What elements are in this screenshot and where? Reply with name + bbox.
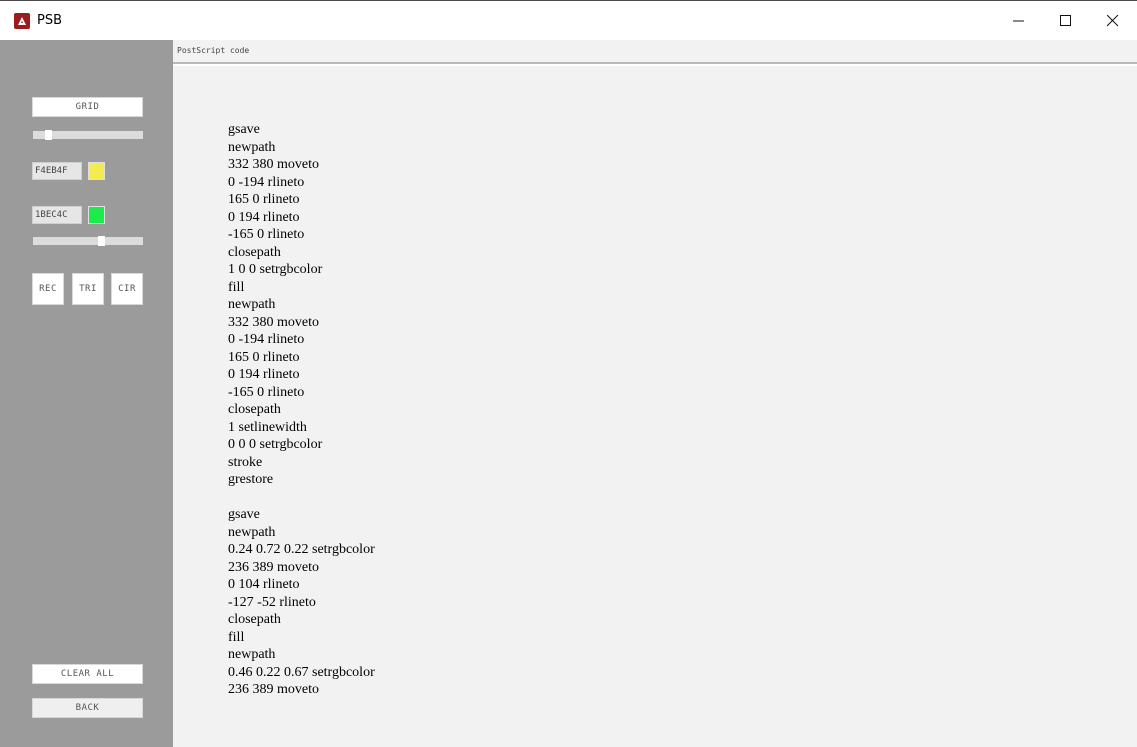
code-line: 0.46 0.22 0.67 setrgbcolor (228, 664, 375, 680)
maximize-icon (1060, 15, 1071, 26)
maximize-button[interactable] (1043, 1, 1089, 41)
code-line: 0 -194 rlineto (228, 174, 305, 190)
clear-all-button[interactable]: CLEAR ALL (32, 664, 143, 684)
code-line: 0 194 rlineto (228, 367, 300, 382)
code-line: 0 0 0 setrgbcolor (228, 437, 323, 452)
close-icon (1107, 15, 1119, 27)
grid-slider-thumb[interactable] (45, 130, 52, 140)
code-pane-title: PostScript code (177, 46, 250, 55)
color-slider[interactable] (33, 236, 143, 246)
code-line: 236 389 moveto (228, 682, 319, 697)
code-line: newpath (228, 297, 276, 312)
close-button[interactable] (1090, 1, 1136, 41)
minimize-button[interactable] (996, 1, 1042, 41)
circle-button[interactable]: CIR (111, 273, 143, 305)
code-line: -165 0 rlineto (228, 384, 305, 400)
postscript-code-area[interactable]: gsave newpath 332 380 moveto 0 -194 rlineto… (173, 66, 1137, 747)
code-line: 0 104 rlineto (228, 577, 300, 592)
grid-slider[interactable] (33, 130, 143, 140)
code-line: 236 389 moveto (228, 559, 319, 575)
rectangle-button[interactable]: REC (32, 273, 64, 305)
grid-button[interactable]: GRID (32, 97, 143, 117)
code-line: -127 -52 rlineto (228, 594, 316, 610)
back-button[interactable]: BACK (32, 698, 143, 718)
title-bar: PSB (0, 0, 1137, 40)
code-line: stroke (228, 454, 263, 470)
code-lines: gsave newpath 332 380 moveto 0 -194 rlineto… (228, 121, 375, 699)
control-panel: GRID F4EB4F 1BEC4C REC TRI CIR CLEAR ALL… (0, 40, 173, 747)
code-line: gsave (228, 507, 260, 522)
code-line: fill (228, 279, 245, 295)
code-line: fill (228, 629, 245, 645)
code-line: 1 setlinewidth (228, 419, 307, 435)
app-logo-icon (14, 13, 30, 29)
code-line: newpath (228, 647, 276, 662)
code-line: 0 194 rlineto (228, 209, 300, 225)
code-line: closepath (228, 244, 281, 260)
code-line: 332 380 moveto (228, 157, 319, 172)
code-line: -165 0 rlineto (228, 227, 305, 242)
code-line: closepath (228, 402, 281, 417)
window-title: PSB (37, 13, 63, 28)
code-line: newpath (228, 139, 276, 155)
code-line: closepath (228, 612, 281, 627)
code-line: 0 -194 rlineto (228, 332, 305, 347)
stroke-color-swatch[interactable] (88, 206, 105, 224)
fill-color-hex-field[interactable]: F4EB4F (32, 162, 82, 180)
stroke-color-hex-field[interactable]: 1BEC4C (32, 206, 82, 224)
color-slider-thumb[interactable] (98, 236, 105, 246)
code-line: newpath (228, 524, 276, 540)
code-line: 0.24 0.72 0.22 setrgbcolor (228, 542, 375, 557)
code-line: 165 0 rlineto (228, 192, 300, 207)
code-line: 1 0 0 setrgbcolor (228, 262, 323, 277)
code-line: grestore (228, 472, 274, 487)
triangle-button[interactable]: TRI (72, 273, 104, 305)
code-pane-header: PostScript code (173, 40, 1137, 64)
fill-color-swatch[interactable] (88, 162, 105, 180)
code-line: 332 380 moveto (228, 314, 319, 330)
code-line: 165 0 rlineto (228, 349, 300, 365)
code-line: gsave (228, 122, 260, 137)
minimize-icon (1013, 20, 1024, 22)
